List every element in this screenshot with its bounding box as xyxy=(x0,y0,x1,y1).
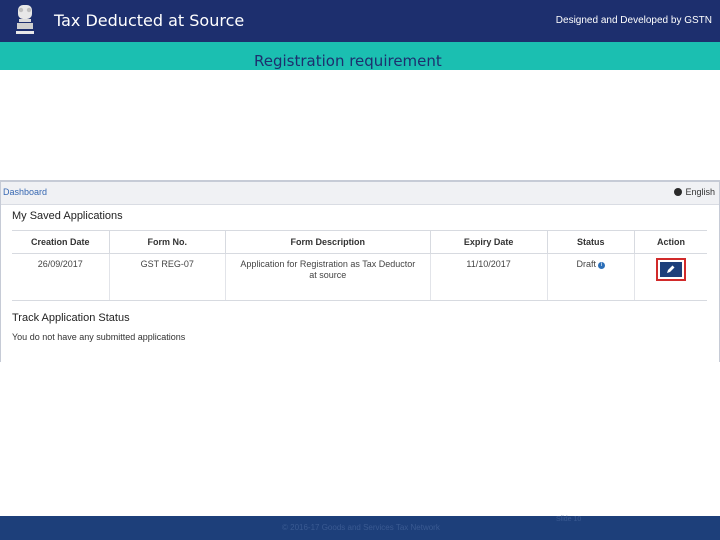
description-line-2: at source xyxy=(309,270,347,280)
track-status-heading: Track Application Status xyxy=(12,312,130,324)
breadcrumb-dashboard[interactable]: Dashboard xyxy=(3,187,47,197)
table-row: 26/09/2017 GST REG-07 Application for Re… xyxy=(12,253,707,301)
col-action: Action xyxy=(634,230,707,254)
saved-applications-table: Creation Date Form No. Form Description … xyxy=(12,230,707,301)
saved-applications-heading: My Saved Applications xyxy=(12,210,123,222)
emblem-icon xyxy=(16,5,34,34)
info-icon[interactable]: i xyxy=(598,262,606,269)
page-number: Slide 10 xyxy=(556,516,582,523)
top-header: Tax Deducted at Source Designed and Deve… xyxy=(0,0,720,42)
edit-icon xyxy=(667,265,675,273)
page-title: Tax Deducted at Source xyxy=(54,11,245,30)
cell-expiry-date: 11/10/2017 xyxy=(429,253,548,301)
empty-message: You do not have any submitted applicatio… xyxy=(12,332,186,342)
cell-creation-date: 26/09/2017 xyxy=(12,253,110,301)
col-status: Status xyxy=(546,230,635,254)
col-expiry-date: Expiry Date xyxy=(429,230,548,254)
globe-icon xyxy=(674,188,683,196)
language-selector[interactable]: English xyxy=(674,187,715,197)
portal-screenshot: Dashboard English My Saved Applications … xyxy=(0,180,720,362)
slide-title: Registration requirement xyxy=(254,52,442,70)
col-creation-date: Creation Date xyxy=(12,230,110,254)
description-line-1: Application for Registration as Tax Dedu… xyxy=(240,259,416,269)
edit-highlight xyxy=(656,258,686,281)
breadcrumb-bar: Dashboard English xyxy=(1,182,719,205)
edit-button[interactable] xyxy=(660,262,682,277)
credit-text: Designed and Developed by GSTN xyxy=(555,15,712,26)
col-form-description: Form Description xyxy=(224,230,431,254)
copyright-text: © 2016-17 Goods and Services Tax Network xyxy=(282,523,440,532)
cell-action xyxy=(634,253,707,301)
cell-status: Draft i xyxy=(546,253,635,301)
col-form-no: Form No. xyxy=(108,230,226,254)
language-label: English xyxy=(685,187,715,197)
table-header-row: Creation Date Form No. Form Description … xyxy=(12,230,707,254)
cell-form-no: GST REG-07 xyxy=(108,253,226,301)
cell-form-description: Application for Registration as Tax Dedu… xyxy=(224,253,431,301)
status-text: Draft xyxy=(576,259,597,269)
